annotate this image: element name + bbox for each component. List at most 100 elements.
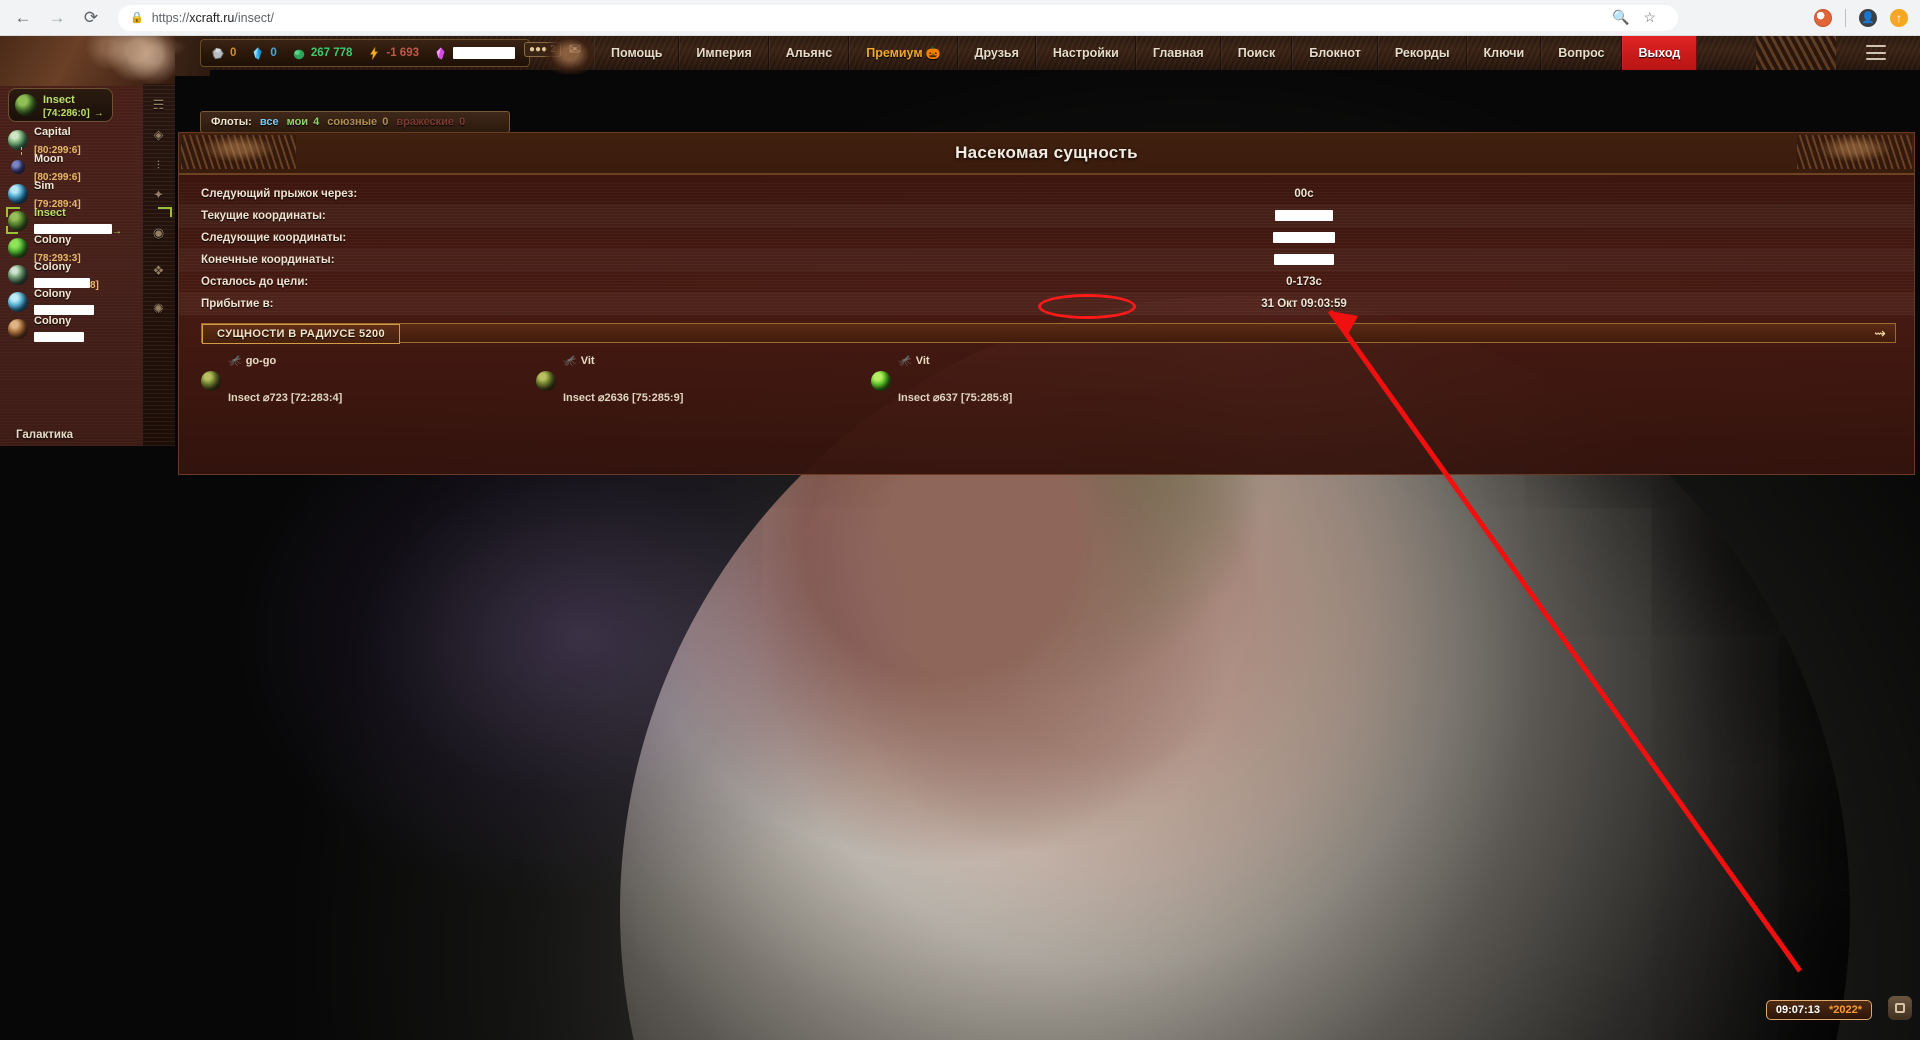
menu-item-search[interactable]: Поиск <box>1220 36 1293 70</box>
lightning-icon <box>370 45 379 60</box>
menu-label: Вопрос <box>1558 46 1605 60</box>
list-item[interactable]: 🦟 go-go Insect ⌀723 [72:283:4] <box>201 355 536 407</box>
zoom-out-icon[interactable]: 🔍 <box>1612 9 1629 26</box>
fleet-mine-label: мои <box>286 116 309 128</box>
resource-energy-value: -1 693 <box>386 47 419 59</box>
crystal-icon <box>254 46 262 60</box>
fleet-enemy-count: 0 <box>459 116 466 128</box>
menu-item-home[interactable]: Главная <box>1135 36 1221 70</box>
pumpkin-icon: 🎃 <box>925 46 941 60</box>
row-value-redacted <box>1239 232 1369 244</box>
planet-orb-icon <box>8 318 28 339</box>
resources-panel: 0 0 267 778 -1 693 <box>200 39 530 67</box>
game-page: 0 0 267 778 -1 693 ●●● Помощь Империя Ал… <box>0 36 1920 1040</box>
current-planet-orb-icon <box>15 94 37 116</box>
menu-label: Империя <box>696 46 752 60</box>
panel-ornament-left-icon <box>181 135 296 169</box>
menu-item-friends[interactable]: Друзья <box>957 36 1036 70</box>
update-arrow-icon[interactable]: ↑ <box>1890 8 1908 27</box>
menu-item-keys[interactable]: Ключи <box>1466 36 1542 70</box>
profile-avatar-icon[interactable]: 👤 <box>1859 8 1877 27</box>
game-header: 0 0 267 778 -1 693 ●●● Помощь Империя Ал… <box>0 36 1920 76</box>
entity-type: Insect <box>228 392 260 405</box>
hamburger-menu-icon[interactable] <box>1866 45 1886 60</box>
current-planet-name: Insect <box>43 94 75 107</box>
star-icon[interactable]: ☆ <box>1643 9 1656 26</box>
insect-glyph-icon[interactable]: ⇝ <box>1869 325 1891 342</box>
menu-item-empire[interactable]: Империя <box>679 36 769 70</box>
row-value-redacted <box>1239 254 1369 266</box>
fleet-ally-count: 0 <box>382 116 389 128</box>
planet-orb-icon <box>8 291 28 312</box>
forward-arrow-icon[interactable]: → <box>42 3 72 33</box>
planet-orb-icon <box>8 183 28 204</box>
entity-type: Insect <box>898 392 930 405</box>
planet-name: Colony <box>34 233 72 246</box>
row-value: 00с <box>1294 188 1314 200</box>
menu-item-alliance[interactable]: Альянс <box>768 36 850 70</box>
table-row: Следующие координаты: <box>179 227 1914 249</box>
browser-toolbar: ← → ⟳ 🔒 https://xcraft.ru/insect/ 🔍 ☆ 👤 … <box>0 0 1920 36</box>
entity-player-name: go-go <box>245 355 277 367</box>
menu-item-notepad[interactable]: Блокнот <box>1292 36 1378 70</box>
planet-row-colony-4[interactable]: Colony <box>4 315 144 343</box>
planet-coords-redacted <box>34 332 84 343</box>
resource-energy[interactable]: -1 693 <box>367 45 419 61</box>
dragonfly-icon[interactable]: ✺ <box>150 300 167 317</box>
menu-label: Поиск <box>1237 46 1276 60</box>
planet-name: Insect <box>34 206 66 219</box>
spiral-icon[interactable]: ✦ <box>150 186 167 203</box>
back-arrow-icon[interactable]: ← <box>8 3 38 33</box>
menu-label: Настройки <box>1052 46 1119 60</box>
paw-icon[interactable]: ◈ <box>150 126 167 143</box>
bone-icon[interactable]: ❖ <box>150 262 167 279</box>
current-planet-selector[interactable]: Insect [74:286:0] → <box>8 88 113 122</box>
watermark-timestamp: 09:07:13 *2022* <box>1765 1000 1872 1020</box>
resource-credits[interactable] <box>434 46 515 61</box>
insect-race-icon: 🦟 <box>898 355 912 367</box>
planet-name: Moon <box>34 152 64 165</box>
planet-name: Sim <box>34 179 55 192</box>
square-icon[interactable] <box>1888 996 1912 1020</box>
sidebar-icon-strip: ☴ ◈ ⁝ ✦ ◉ ❖ ✺ <box>143 84 175 446</box>
menu-item-question[interactable]: Вопрос <box>1541 36 1622 70</box>
fleet-filter-enemy[interactable]: вражеские 0 <box>396 116 465 128</box>
entity-player-name: Vit <box>915 355 930 367</box>
browser-actions: 👤 ↑ <box>1814 8 1920 27</box>
row-label: Прибытие в: <box>201 298 274 310</box>
reload-icon[interactable]: ⟳ <box>76 3 106 33</box>
scroll-icon[interactable]: ☴ <box>150 96 167 113</box>
menu-item-records[interactable]: Рекорды <box>1377 36 1467 70</box>
resource-metal[interactable]: 0 <box>211 46 236 61</box>
resource-credits-value-redacted <box>453 47 515 59</box>
row-label: Текущие координаты: <box>201 210 326 222</box>
menu-label: Выход <box>1638 46 1681 60</box>
menu-label: Рекорды <box>1394 46 1450 60</box>
dots-icon[interactable]: ⁝ <box>150 156 167 173</box>
circle-icon[interactable]: ◉ <box>150 224 167 241</box>
entity-coords: [72:283:4] <box>290 392 343 405</box>
fleet-filter-ally[interactable]: союзные 0 <box>327 116 388 128</box>
fleet-filter-mine[interactable]: мои 4 <box>287 116 320 128</box>
list-item[interactable]: 🦟 Vit Insect ⌀637 [75:285:8] <box>871 355 1206 407</box>
planet-orb-icon <box>8 237 28 258</box>
address-bar[interactable]: 🔒 https://xcraft.ru/insect/ 🔍 ☆ <box>118 4 1678 31</box>
resource-metal-value: 0 <box>230 47 237 59</box>
table-row: Прибытие в: 31 Окт 09:03:59 <box>179 293 1914 315</box>
watermark-time: 09:07:13 <box>1775 1004 1820 1016</box>
fleet-filter-all[interactable]: все <box>260 116 279 128</box>
resource-deuterium[interactable]: 267 778 <box>292 46 352 61</box>
resource-crystal[interactable]: 0 <box>251 46 277 61</box>
menu-item-premium[interactable]: Премиум 🎃 <box>849 36 958 70</box>
menu-item-exit[interactable]: Выход <box>1621 36 1698 70</box>
entity-orb-icon <box>536 370 556 391</box>
menu-item-help[interactable]: Помощь <box>594 36 680 70</box>
list-item[interactable]: 🦟 Vit Insect ⌀2636 [75:285:9] <box>536 355 871 407</box>
entity-coords: [75:285:8] <box>960 392 1013 405</box>
page-title: Насекомая сущность <box>955 143 1138 162</box>
menu-item-settings[interactable]: Настройки <box>1035 36 1136 70</box>
browser-nav-buttons: ← → ⟳ <box>0 3 106 33</box>
entities-radius-tab[interactable]: СУЩНОСТИ В РАДИУСЕ 5200 <box>202 324 401 344</box>
extension-icon[interactable] <box>1814 8 1832 27</box>
galaxy-link[interactable]: Галактика <box>16 429 73 441</box>
